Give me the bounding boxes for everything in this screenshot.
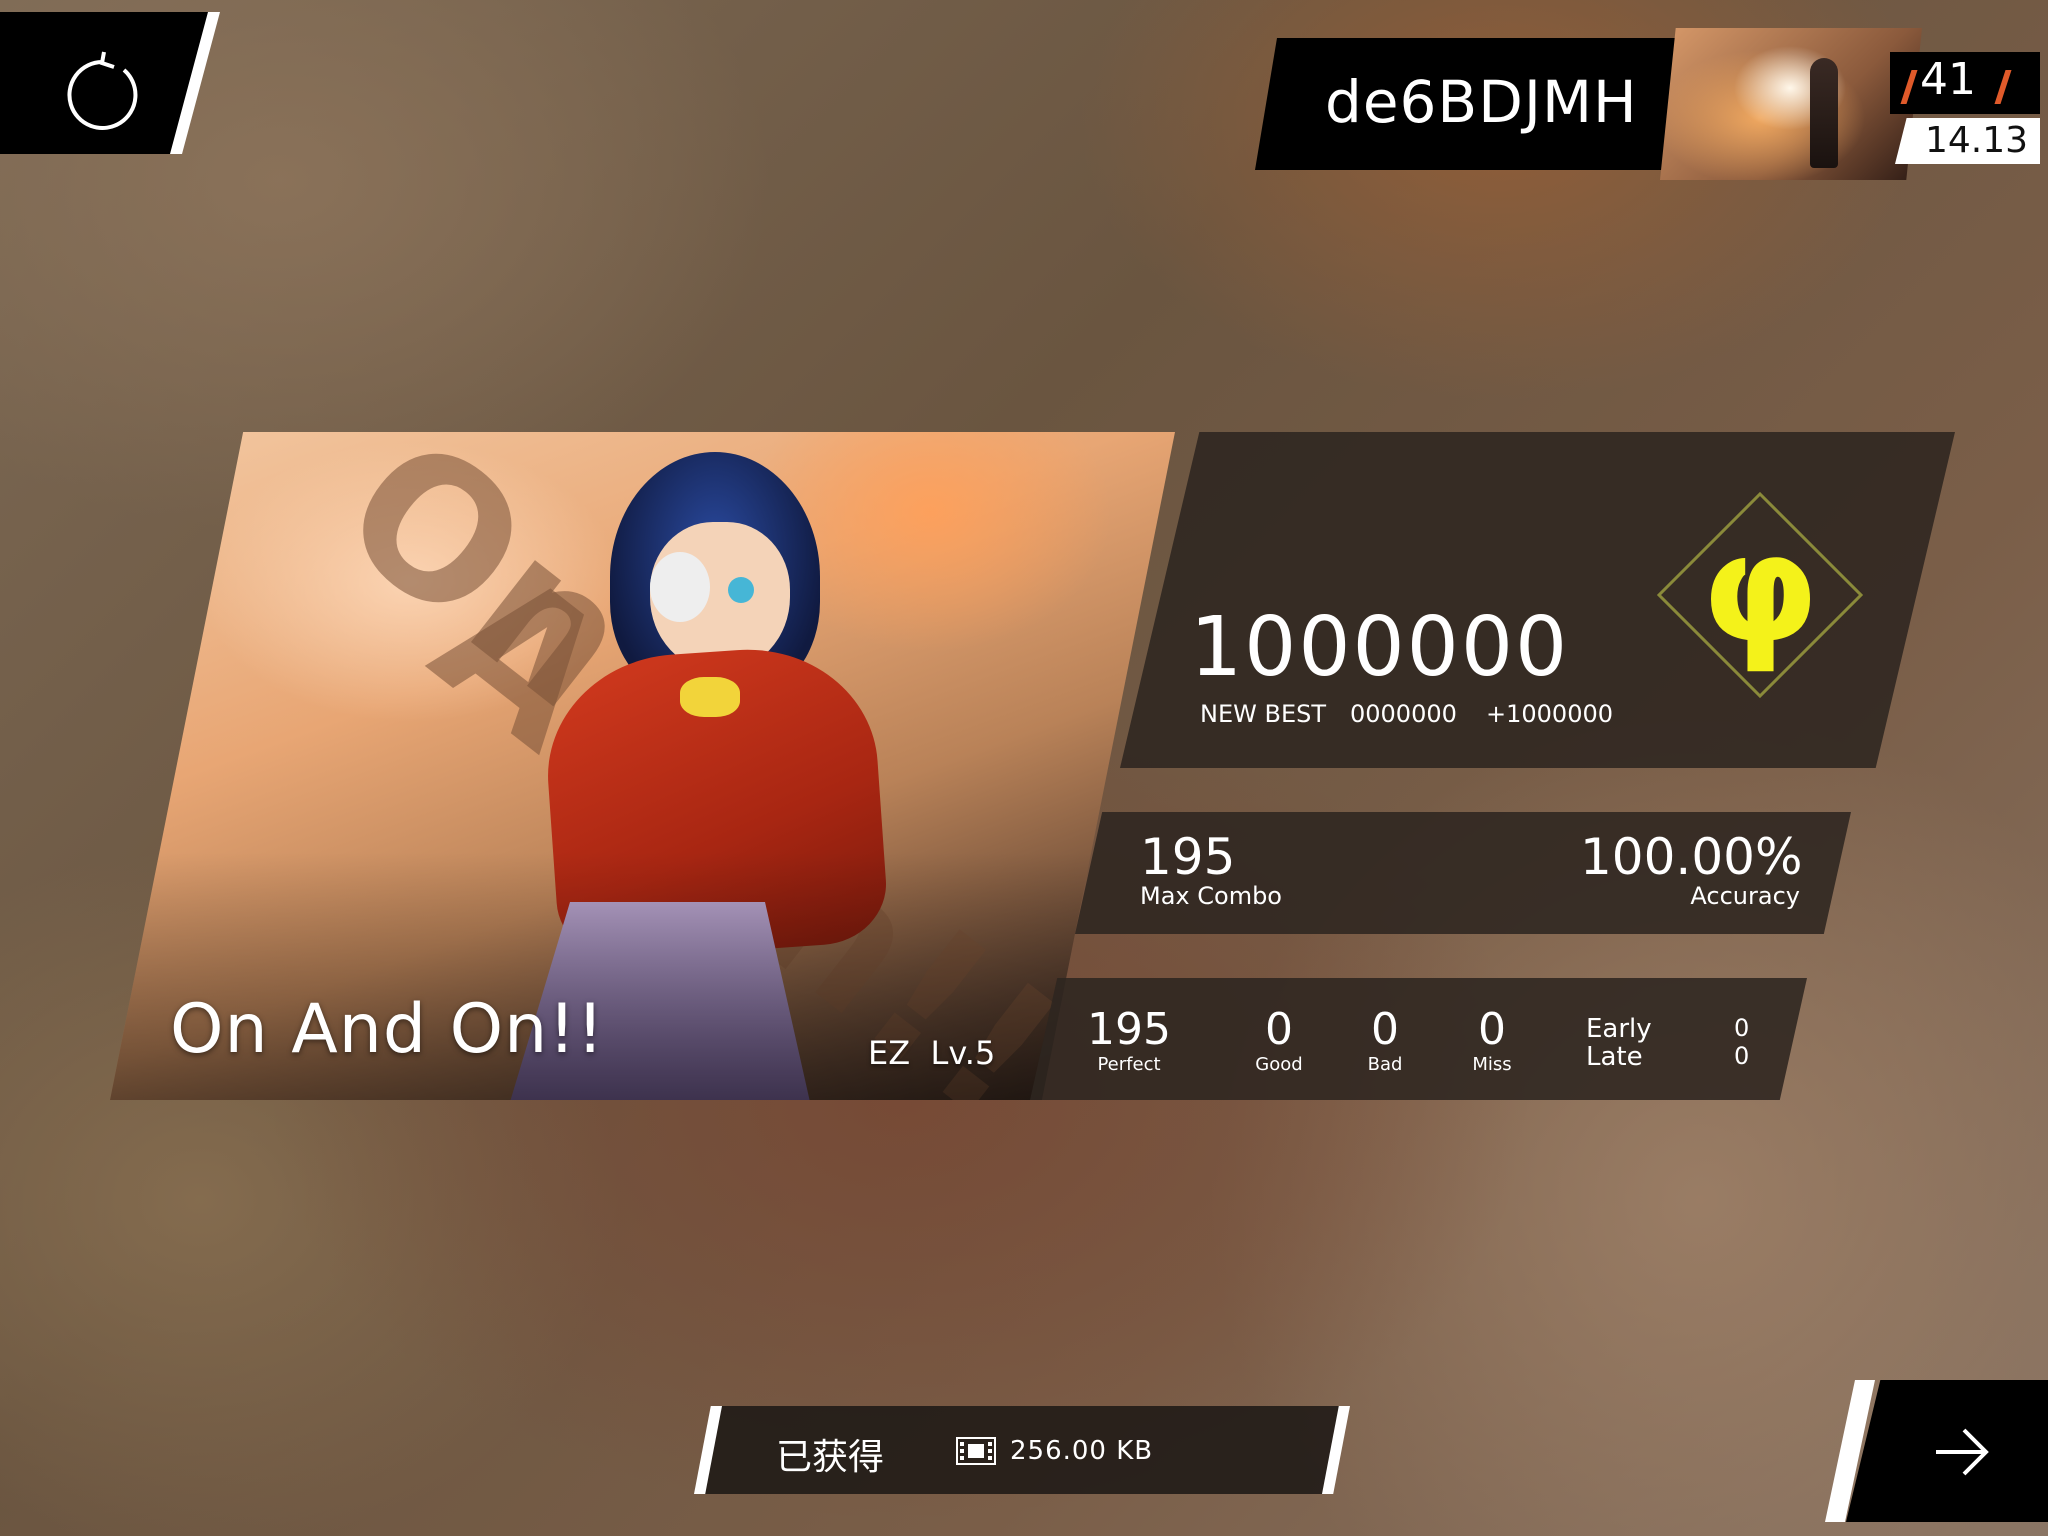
early-count: 0 xyxy=(1734,1014,1750,1042)
song-title: On And On!! xyxy=(170,990,605,1069)
max-combo-value: 195 xyxy=(1140,828,1236,886)
rks-badge: 14.13 xyxy=(1895,118,2040,164)
arrow-right-icon xyxy=(1936,1428,1989,1476)
bad-count: 0 xyxy=(1371,1004,1399,1055)
grade-badge: φ xyxy=(1655,490,1865,704)
retry-icon xyxy=(67,51,138,130)
character-eyepatch xyxy=(650,552,710,622)
good-label: Good xyxy=(1255,1054,1303,1075)
good-count: 0 xyxy=(1265,1004,1293,1055)
rank-badge: 41 xyxy=(1890,52,2040,114)
rank-stripe-right xyxy=(1994,70,2012,104)
reward-size: 256.00 KB xyxy=(1010,1436,1154,1466)
character-eye xyxy=(728,577,754,603)
rks-value: 14.13 xyxy=(1925,120,2029,161)
late-count: 0 xyxy=(1734,1042,1750,1070)
character-bow xyxy=(680,677,740,717)
song-difficulty: EZ Lv.5 xyxy=(868,1034,996,1072)
max-combo-label: Max Combo xyxy=(1140,882,1282,910)
score-delta: +1000000 xyxy=(1486,700,1613,728)
perfect-count: 195 xyxy=(1087,1004,1171,1055)
score-value: 1000000 xyxy=(1190,600,1570,695)
player-name-panel: de6BDJMH xyxy=(1255,38,1695,170)
previous-score: 0000000 xyxy=(1350,700,1457,728)
miss-label: Miss xyxy=(1472,1054,1512,1075)
reward-label: 已获得 xyxy=(776,1437,885,1478)
data-icon xyxy=(956,1437,996,1469)
player-name: de6BDJMH xyxy=(1325,68,1638,136)
avatar-figure xyxy=(1810,58,1838,168)
miss-count: 0 xyxy=(1478,1004,1506,1055)
accuracy-label: Accuracy xyxy=(1690,882,1800,910)
early-label: Early xyxy=(1586,1014,1652,1044)
accuracy-value: 100.00% xyxy=(1580,828,1803,886)
perfect-label: Perfect xyxy=(1097,1054,1161,1075)
new-best-label: NEW BEST xyxy=(1200,700,1326,728)
next-button[interactable] xyxy=(1846,1380,2048,1522)
rank-number: 41 xyxy=(1920,54,1976,105)
rank-stripe-left xyxy=(1900,70,1918,104)
late-label: Late xyxy=(1586,1042,1643,1072)
grade-letter: φ xyxy=(1701,502,1818,676)
avatar[interactable] xyxy=(1660,28,1922,180)
bad-label: Bad xyxy=(1367,1054,1403,1075)
